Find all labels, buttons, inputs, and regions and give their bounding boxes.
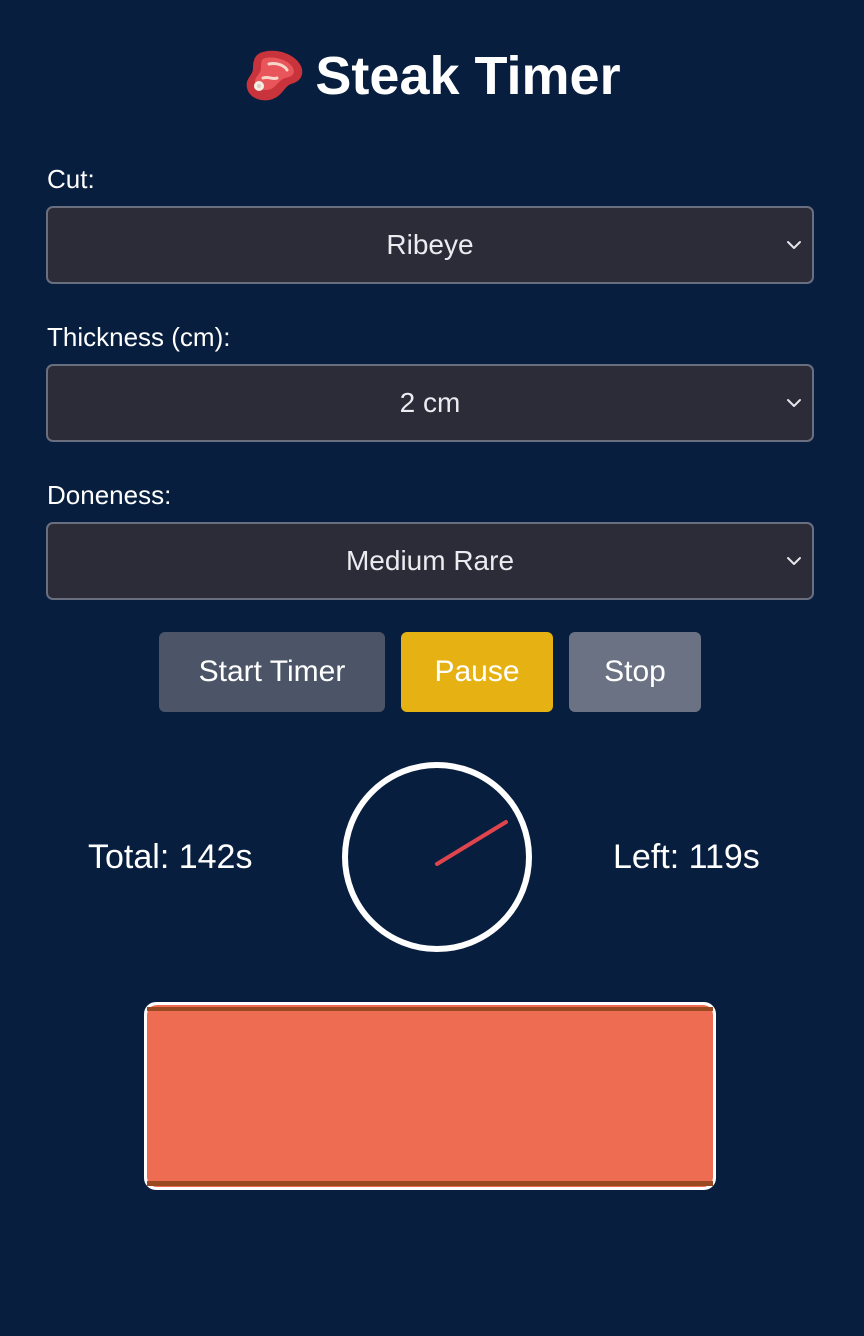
chevron-down-icon — [787, 399, 801, 407]
cut-select[interactable]: Ribeye — [46, 206, 814, 284]
steak-icon — [247, 50, 303, 101]
stop-button[interactable]: Stop — [569, 632, 701, 712]
chevron-down-icon — [787, 557, 801, 565]
timer-dial-hand — [435, 820, 508, 866]
chevron-down-icon — [787, 241, 801, 249]
app-title: Steak Timer — [0, 40, 864, 112]
app-title-text: Steak Timer — [315, 46, 621, 106]
thickness-select[interactable]: 2 cm — [46, 364, 814, 442]
steak-top-sear — [147, 1007, 713, 1011]
steak-doneness-visual — [144, 1002, 716, 1190]
time-left-readout: Left: 119s — [613, 838, 760, 876]
thickness-select-value: 2 cm — [399, 387, 461, 418]
timer-dial-ring — [342, 762, 532, 952]
timer-dial — [342, 762, 532, 952]
doneness-label: Doneness: — [47, 480, 172, 510]
steak-bottom-sear — [147, 1181, 713, 1186]
start-timer-button[interactable]: Start Timer — [159, 632, 385, 712]
doneness-select-value: Medium Rare — [345, 545, 515, 576]
total-time-readout: Total: 142s — [88, 838, 253, 876]
cut-label: Cut: — [47, 164, 95, 194]
thickness-label: Thickness (cm): — [47, 322, 231, 352]
doneness-select[interactable]: Medium Rare — [46, 522, 814, 600]
pause-button[interactable]: Pause — [401, 632, 553, 712]
cut-select-value: Ribeye — [386, 229, 474, 260]
